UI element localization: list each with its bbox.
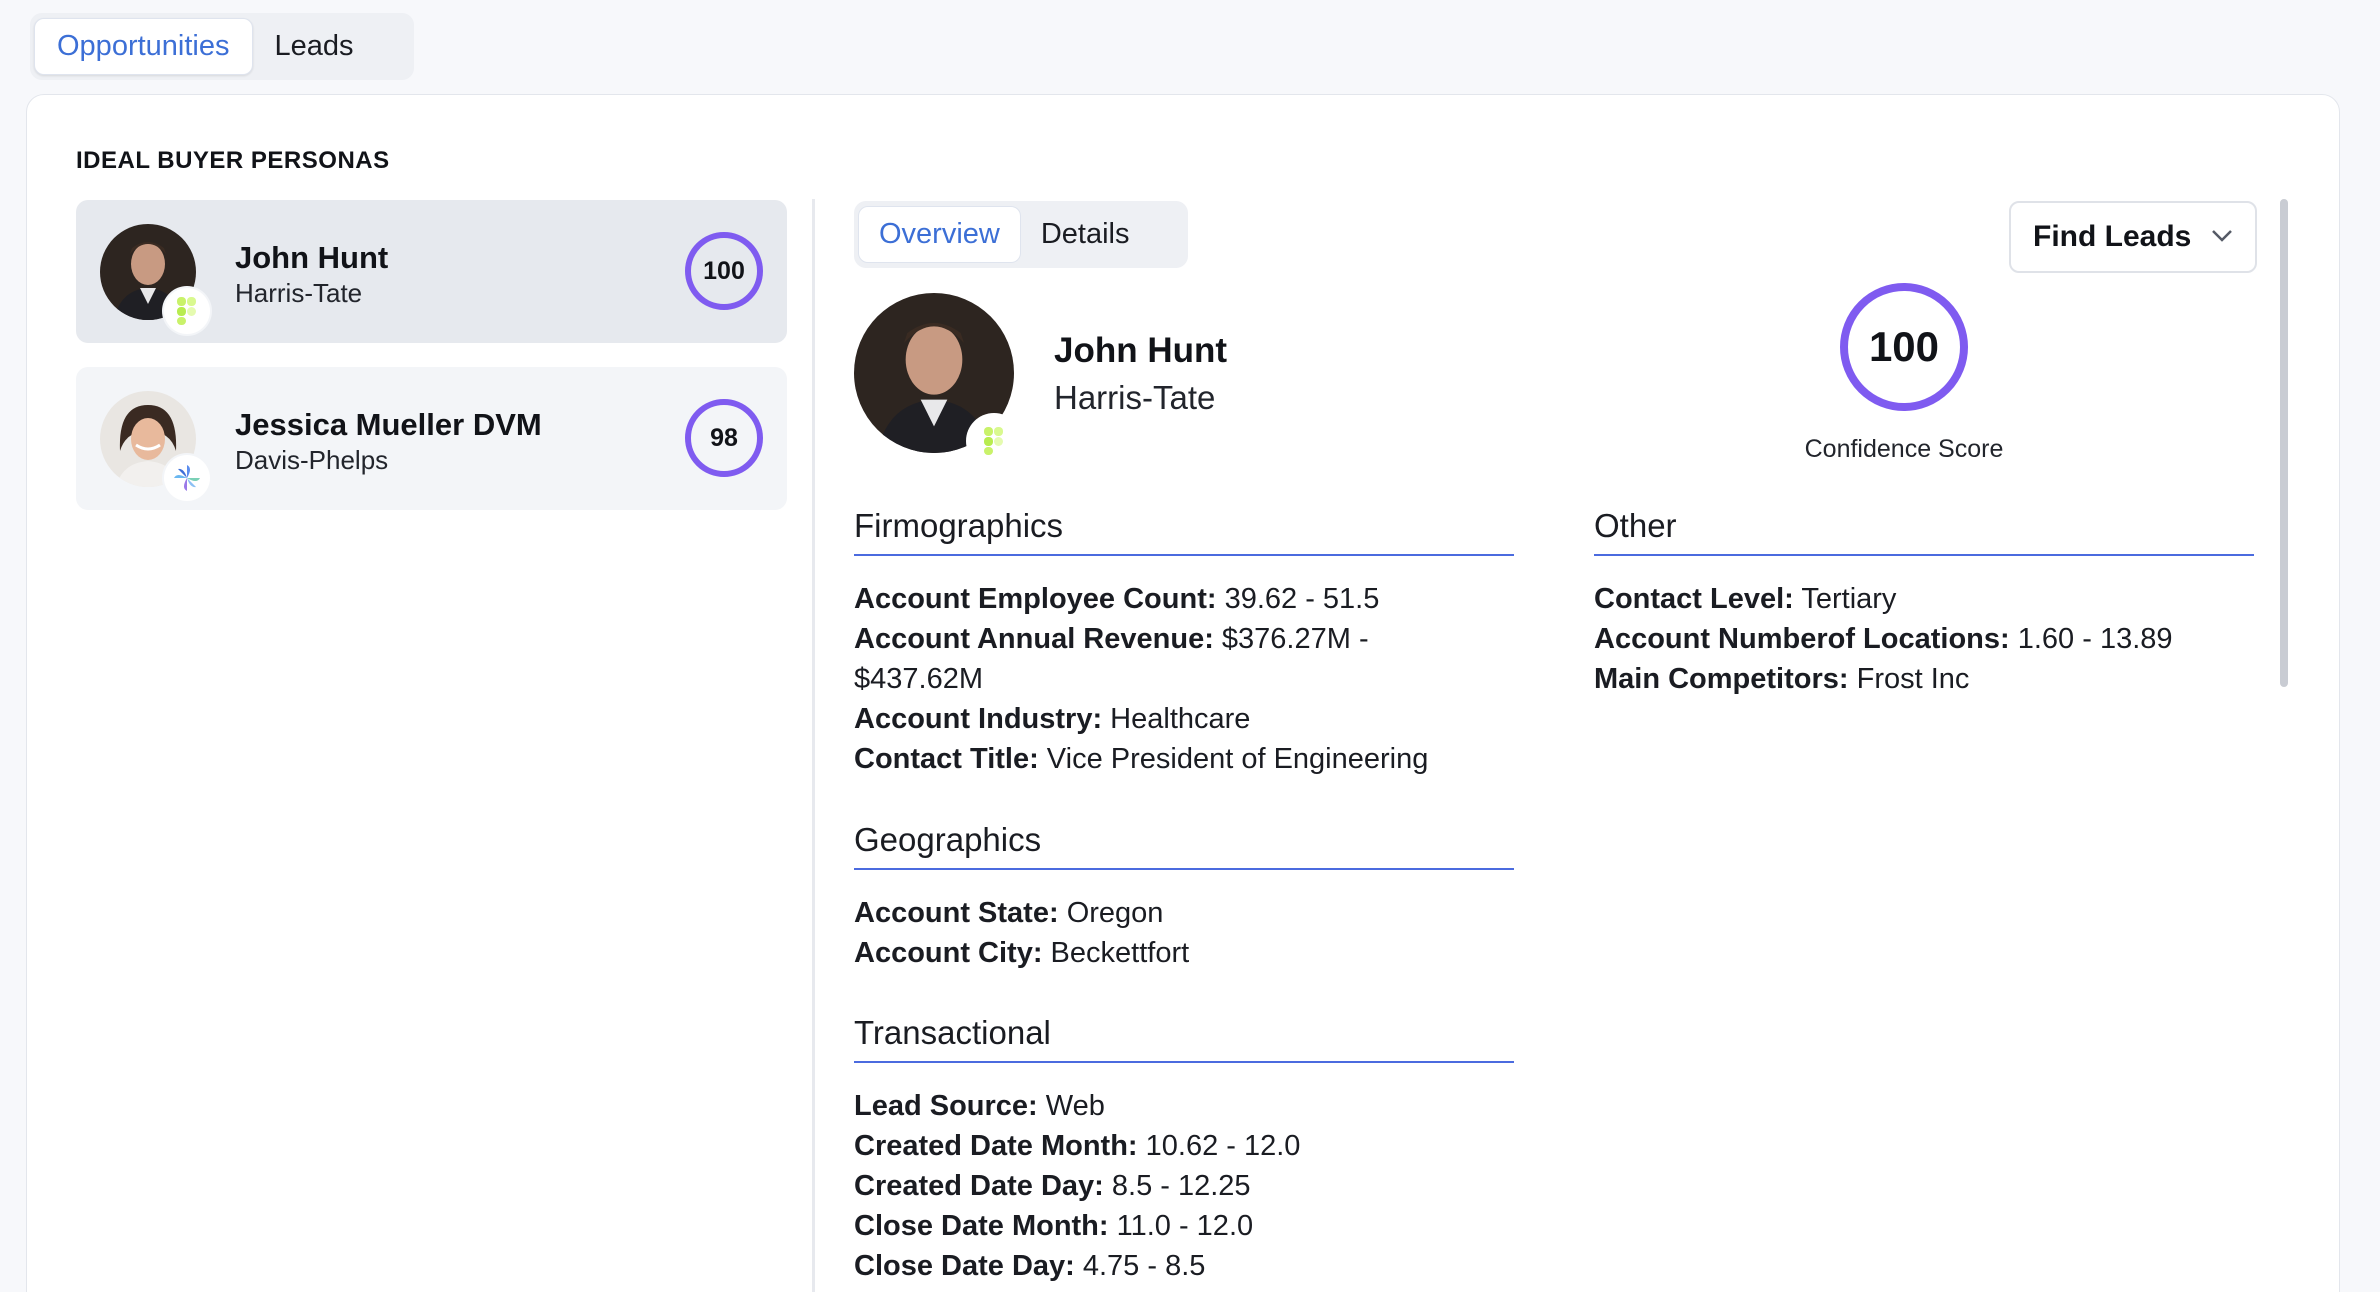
tab-opportunities[interactable]: Opportunities [34,18,253,75]
confidence-score-label: Confidence Score [1804,435,2004,463]
field-row: Account Numberof Locations: 1.60 - 13.89 [1594,623,2173,655]
persona-name: Jessica Mueller DVM [235,407,542,442]
field-row: Account State: Oregon [854,897,1164,929]
transactional-fields: Lead Source: Web Created Date Month: 10.… [854,1086,1494,1286]
field-row: Created Date Month: 10.62 - 12.0 [854,1130,1301,1162]
persona-company: Davis-Phelps [235,445,389,475]
field-row: Lead Source: Web [854,1090,1105,1122]
figma-logo-icon [968,415,1020,467]
tab-leads[interactable]: Leads [253,18,376,75]
persona-company: Harris-Tate [235,278,363,308]
top-tab-bar: Opportunities Leads [30,13,414,80]
persona-name: John Hunt [235,240,389,275]
geographics-rule [854,868,1514,870]
detail-name: John Hunt [1054,331,1228,370]
field-row: Main Competitors: Frost Inc [1594,663,1970,695]
field-row: Close Date Month: 11.0 - 12.0 [854,1210,1254,1242]
field-row: Contact Title: Vice President of Enginee… [854,743,1429,775]
firmographics-rule [854,554,1514,556]
detail-tab-bar: Overview Details [854,201,1188,268]
geographics-fields: Account State: Oregon Account City: Beck… [854,893,1494,973]
persona-score-badge: 100 [685,232,763,310]
scrollbar[interactable] [2280,199,2288,1292]
figma-logo-icon [164,288,210,334]
persona-item-jessica-mueller[interactable]: Jessica Mueller DVM Davis-Phelps 98 [76,367,787,510]
field-row: Account Industry: Healthcare [854,703,1251,735]
section-title: IDEAL BUYER PERSONAS [76,147,390,174]
field-row: Account Employee Count: 39.62 - 51.5 [854,583,1380,615]
other-fields: Contact Level: Tertiary Account Numberof… [1594,579,2254,699]
chevron-down-icon [2211,229,2233,248]
field-row: Close Date Day: 4.75 - 8.5 [854,1250,1206,1282]
firmographics-fields: Account Employee Count: 39.62 - 51.5 Acc… [854,579,1494,779]
tab-details[interactable]: Details [1021,206,1150,263]
confidence-score-ring: 100 [1840,283,1968,411]
field-row: Account Annual Revenue: $376.27M - $437.… [854,623,1369,695]
geographics-title: Geographics [854,821,1042,858]
other-title: Other [1594,507,1677,544]
persona-score-badge: 98 [685,399,763,477]
firmographics-title: Firmographics [854,507,1064,544]
tab-overview[interactable]: Overview [858,206,1021,263]
field-row: Created Date Day: 8.5 - 12.25 [854,1170,1251,1202]
field-row: Account City: Beckettfort [854,937,1190,969]
detail-company: Harris-Tate [1054,379,1216,416]
field-row: Contact Level: Tertiary [1594,583,1897,615]
persona-item-john-hunt[interactable]: John Hunt Harris-Tate 100 [76,200,787,343]
pinwheel-logo-icon [164,455,210,501]
find-leads-dropdown[interactable]: Find Leads [2009,201,2257,273]
other-rule [1594,554,2254,556]
pane-divider [812,199,815,1292]
transactional-title: Transactional [854,1014,1051,1051]
personas-card: IDEAL BUYER PERSONAS John Hunt Harris-Ta… [26,94,2340,1292]
transactional-rule [854,1061,1514,1063]
find-leads-label: Find Leads [2033,220,2192,253]
scrollbar-thumb[interactable] [2280,199,2288,687]
